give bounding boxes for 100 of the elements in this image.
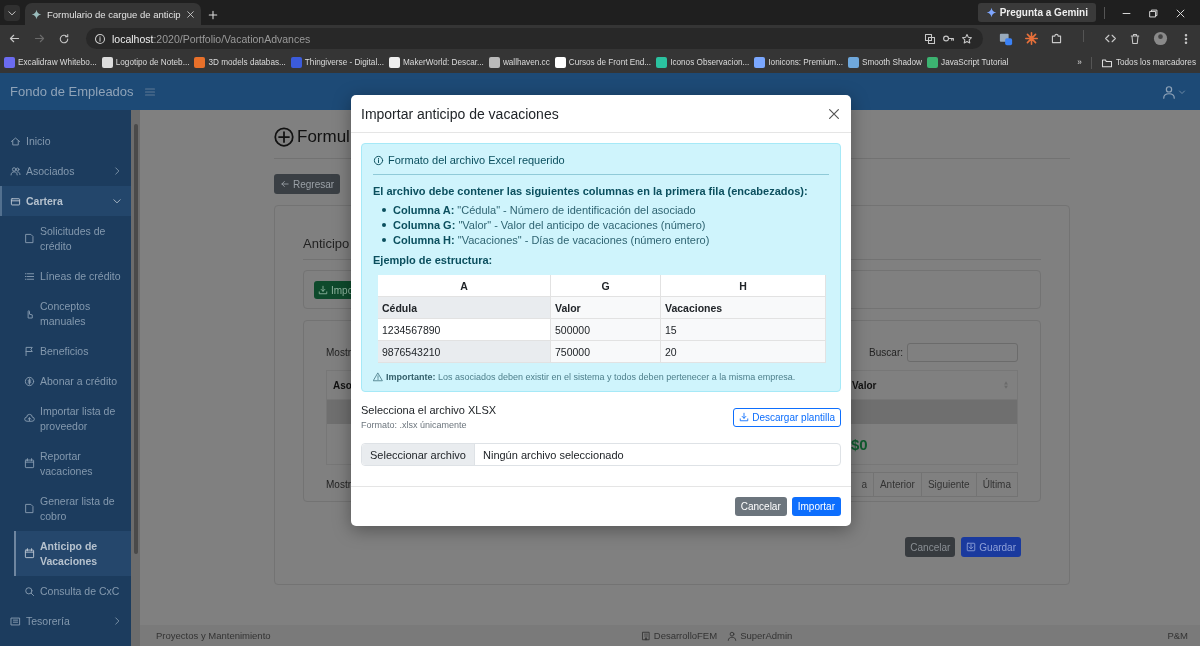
extension-icon[interactable] (999, 31, 1013, 46)
site-icon (290, 57, 302, 68)
bookmark[interactable]: Ionicons: Premium... (754, 57, 843, 68)
footer-text: DesarrolloFEM (653, 630, 718, 641)
translate-icon[interactable] (924, 32, 936, 45)
file-hint: Formato: .xlsx únicamente (361, 420, 468, 430)
close-icon[interactable] (1175, 8, 1186, 19)
site-icon (488, 57, 500, 68)
page-button[interactable]: Siguiente (920, 472, 977, 497)
page-button[interactable]: Anterior (872, 472, 922, 497)
starburst-icon[interactable] (1025, 32, 1038, 45)
reload-icon[interactable] (58, 32, 70, 45)
sidebar-item[interactable]: Generar lista de cobro (0, 486, 131, 531)
scrollbar[interactable] (131, 110, 140, 646)
gemini-button[interactable]: Pregunta a Gemini (977, 3, 1096, 22)
site-icon (4, 57, 15, 68)
download-template-button[interactable]: Descargar plantilla (733, 407, 841, 427)
column-header: A (378, 275, 551, 297)
close-icon (827, 106, 841, 121)
sparkle-icon (985, 7, 997, 18)
site-icon (927, 57, 939, 68)
sidebar-item[interactable]: Solicitudes de crédito (0, 216, 131, 261)
sidebar-item[interactable]: Cartera (0, 186, 131, 216)
bookmark[interactable]: JavaScript Tutorial (927, 57, 1009, 68)
file-input[interactable]: Seleccionar archivo Ningún archivo seleccionado (361, 443, 841, 466)
app-title: Fondo de Empleados (9, 84, 135, 99)
dialog-title: Importar anticipo de vacaciones (361, 105, 559, 122)
flag-icon (24, 345, 35, 357)
bookmark[interactable]: 3D models databas... (194, 57, 286, 68)
back-button[interactable]: Regresar (274, 174, 341, 194)
site-icon (754, 57, 766, 68)
sidebar-item[interactable]: Importar lista de proveedor (0, 396, 131, 441)
avatar-icon[interactable] (1153, 31, 1168, 46)
sidebar-item[interactable]: Anticipo de Vacaciones (14, 531, 131, 576)
cancel-button[interactable]: Cancelar (905, 537, 956, 557)
bookmark[interactable]: Smooth Shadow (847, 57, 923, 68)
cancel-button[interactable]: Cancelar (734, 497, 787, 516)
sidebar-item[interactable]: Tesorería (0, 606, 131, 636)
site-icon (554, 57, 566, 68)
list-item: Columna A: "Cédula" - Número de identificación del asociado (393, 203, 696, 216)
sidebar-item[interactable]: Reportar vacaciones (0, 441, 131, 486)
back-arrow-icon[interactable] (8, 32, 21, 45)
save-button[interactable]: Guardar (961, 537, 1021, 557)
sidebar-item[interactable]: Líneas de crédito (0, 261, 131, 291)
site-icon (389, 57, 401, 68)
bookmark[interactable]: Iconos Observacion... (656, 57, 750, 68)
intro-text: El archivo debe contener las siguientes columnas en la primera fila (encabezados): (373, 185, 809, 197)
bookmark[interactable]: Logotipo de Noteb... (101, 57, 190, 68)
trash-icon[interactable] (1129, 32, 1141, 45)
new-tab-icon[interactable] (206, 9, 219, 21)
chevron-down-icon (112, 196, 122, 206)
more-bookmarks-button[interactable]: » (1077, 58, 1082, 67)
sidebar-item[interactable]: Conceptos manuales (0, 291, 131, 336)
bookmarks-folder[interactable]: Todos los marcadores (1100, 56, 1196, 69)
table-cell: Vacaciones (661, 297, 826, 319)
browser-tab[interactable]: Formulario de cargue de anticip (25, 3, 201, 25)
users-icon (10, 165, 21, 177)
list-item: Columna H: "Vacaciones" - Días de vacaciones (número entero) (393, 233, 710, 246)
key-icon[interactable] (942, 32, 955, 45)
table-cell: 750000 (551, 341, 661, 363)
url-text: localhost:2020/Portfolio/VacationAdvances (112, 32, 311, 45)
table-cell: Valor (551, 297, 661, 319)
bookmark[interactable]: Cursos de Front End... (554, 57, 652, 68)
table-info: Mostr (326, 479, 351, 490)
code-icon[interactable] (1104, 32, 1117, 45)
table-cell: Cédula (378, 297, 551, 319)
info-icon[interactable] (94, 32, 106, 45)
sidebar-item[interactable]: Inicio (0, 126, 131, 156)
back-arrow-icon (280, 179, 290, 189)
wallet-icon (10, 195, 21, 207)
site-icon (194, 57, 206, 68)
sidebar-item[interactable]: Consulta de CxC (0, 576, 131, 606)
bookmark[interactable]: Excalidraw Whitebo... (4, 57, 97, 68)
bookmark[interactable]: MakerWorld: Descar... (389, 57, 484, 68)
download-icon (318, 285, 328, 295)
home-icon (10, 135, 21, 147)
warning-text: Importante: Los asociados deben existir en el sistema y todos deben pertenecer a la misma empresa. (386, 372, 796, 382)
sidebar-item[interactable]: Beneficios (0, 336, 131, 366)
close-icon[interactable] (185, 9, 195, 19)
bookmark[interactable]: Thingiverse - Digital... (290, 57, 385, 68)
example-label: Ejemplo de estructura: (373, 254, 494, 266)
import-button[interactable]: Importar (791, 497, 841, 516)
chevron-down-icon (1178, 87, 1186, 96)
list-icon (24, 270, 35, 282)
tab-list-button[interactable] (4, 5, 20, 21)
address-bar[interactable]: localhost:2020/Portfolio/VacationAdvances (86, 28, 983, 49)
user-menu-button[interactable] (1162, 84, 1186, 99)
page-button[interactable]: Última (975, 472, 1018, 497)
restore-icon[interactable] (1148, 8, 1159, 19)
save-icon (966, 542, 977, 552)
document-icon (24, 233, 35, 244)
site-icon (101, 57, 113, 68)
sidebar-item[interactable]: Asociados (0, 156, 131, 186)
download-icon (739, 412, 750, 422)
cloud-upload-icon (24, 413, 35, 424)
bookmark[interactable]: wallhaven.cc (488, 57, 550, 68)
bullet-icon (382, 207, 386, 212)
sidebar-item[interactable]: Abonar a crédito (0, 366, 131, 396)
star-icon[interactable] (961, 32, 973, 45)
browse-button[interactable]: Seleccionar archivo (362, 444, 475, 465)
